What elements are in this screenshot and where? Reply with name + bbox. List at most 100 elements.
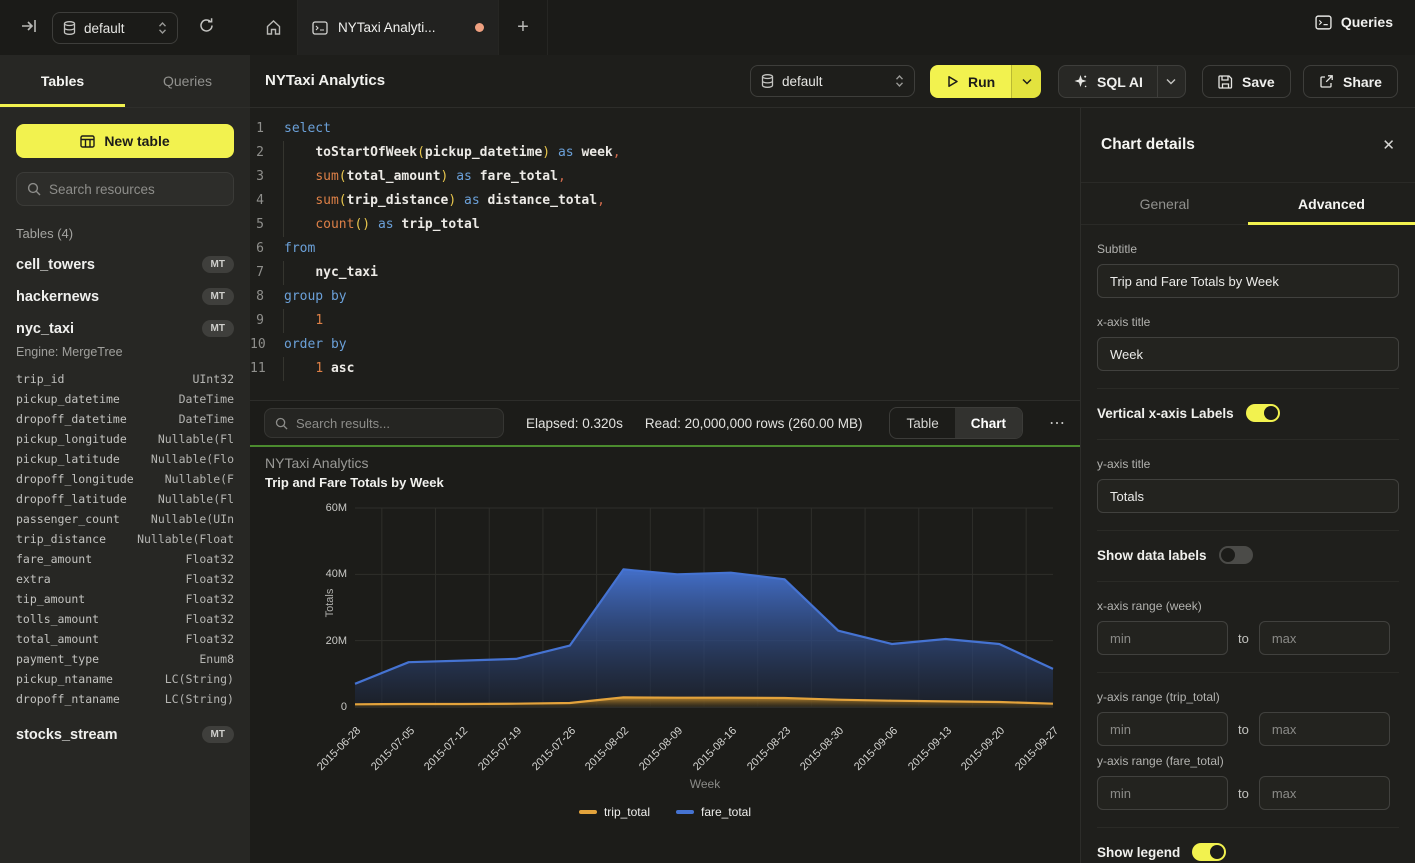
share-button[interactable]: Share: [1303, 65, 1398, 98]
unsaved-dot: [475, 23, 484, 32]
run-button[interactable]: Run: [930, 65, 1011, 98]
sql-editor[interactable]: 1select2 toStartOfWeek(pickup_datetime) …: [250, 108, 1080, 400]
column-row[interactable]: total_amountFloat32: [16, 629, 234, 649]
sql-ai-options-button[interactable]: [1157, 66, 1185, 97]
column-row[interactable]: dropoff_longitudeNullable(F: [16, 469, 234, 489]
queries-button[interactable]: Queries: [1315, 14, 1393, 30]
column-name: trip_distance: [16, 529, 106, 549]
column-type: Enum8: [199, 649, 234, 669]
x-range-min-input[interactable]: [1097, 621, 1228, 655]
code-line: 1select: [250, 117, 1080, 141]
home-tab[interactable]: [250, 0, 297, 55]
workbook-toolbar: NYTaxi Analytics default Run SQL AI Save…: [250, 55, 1415, 108]
table-row-cell-towers[interactable]: cell_towers MT: [16, 256, 234, 273]
line-number: 9: [250, 309, 280, 333]
code-line: 2 toStartOfWeek(pickup_datetime) as week…: [250, 141, 1080, 165]
column-row[interactable]: passenger_countNullable(UIn: [16, 509, 234, 529]
column-type: Nullable(Fl: [158, 429, 234, 449]
elapsed-stat: Elapsed: 0.320s: [526, 416, 623, 431]
code-line: 4 sum(trip_distance) as distance_total,: [250, 189, 1080, 213]
column-row[interactable]: trip_distanceNullable(Float: [16, 529, 234, 549]
code-line: 7 nyc_taxi: [250, 261, 1080, 285]
sidebar-tab-queries[interactable]: Queries: [125, 55, 250, 107]
column-row[interactable]: extraFloat32: [16, 569, 234, 589]
show-data-labels-label: Show data labels: [1097, 548, 1207, 563]
x-axis-title-label: x-axis title: [1097, 315, 1399, 329]
tab-advanced[interactable]: Advanced: [1248, 183, 1415, 224]
line-number: 5: [250, 213, 280, 237]
column-row[interactable]: payment_typeEnum8: [16, 649, 234, 669]
save-button[interactable]: Save: [1202, 65, 1291, 98]
refresh-icon[interactable]: [198, 17, 215, 34]
code-line: 5 count() as trip_total: [250, 213, 1080, 237]
collapse-sidebar-icon[interactable]: [20, 17, 38, 35]
column-row[interactable]: fare_amountFloat32: [16, 549, 234, 569]
table-row-stocks-stream[interactable]: stocks_stream MT: [16, 726, 234, 743]
search-icon: [27, 182, 41, 196]
column-row[interactable]: dropoff_datetimeDateTime: [16, 409, 234, 429]
x-axis-title-input[interactable]: Week: [1097, 337, 1399, 371]
column-row[interactable]: pickup_latitudeNullable(Flo: [16, 449, 234, 469]
y-range-trip-label: y-axis range (trip_total): [1097, 690, 1399, 704]
top-bar: default NYTaxi Analyti... + Queries: [0, 0, 1415, 55]
line-number: 6: [250, 237, 280, 261]
view-table-segment[interactable]: Table: [890, 408, 954, 438]
database-selector-main[interactable]: default: [750, 65, 915, 97]
x-range-max-input[interactable]: [1259, 621, 1390, 655]
new-table-button[interactable]: New table: [16, 124, 234, 158]
column-name: dropoff_latitude: [16, 489, 127, 509]
close-icon[interactable]: ✕: [1382, 136, 1395, 154]
column-row[interactable]: dropoff_ntanameLC(String): [16, 689, 234, 709]
column-type: Float32: [186, 569, 234, 589]
new-tab-button[interactable]: +: [499, 0, 547, 55]
results-search-input[interactable]: [296, 416, 493, 431]
y-range-fare-max-input[interactable]: [1259, 776, 1390, 810]
results-search[interactable]: [264, 408, 504, 438]
run-options-button[interactable]: [1011, 65, 1041, 98]
show-data-labels-toggle[interactable]: [1219, 546, 1253, 564]
vertical-x-labels-toggle[interactable]: [1246, 404, 1280, 422]
legend-item-fare_total[interactable]: fare_total: [676, 805, 751, 819]
column-type: Float32: [186, 609, 234, 629]
column-row[interactable]: tolls_amount Float32: [16, 609, 234, 629]
column-row[interactable]: tip_amountFloat32: [16, 589, 234, 609]
column-name: tolls_amount: [16, 609, 99, 629]
column-name: dropoff_datetime: [16, 409, 127, 429]
resource-search[interactable]: [16, 172, 234, 206]
database-selector[interactable]: default: [52, 12, 178, 44]
tab-nytaxi-analytics[interactable]: NYTaxi Analyti...: [298, 0, 498, 55]
column-row[interactable]: dropoff_latitudeNullable(Fl: [16, 489, 234, 509]
resource-search-input[interactable]: [49, 182, 223, 197]
database-icon: [761, 74, 774, 88]
subtitle-input[interactable]: Trip and Fare Totals by Week: [1097, 264, 1399, 298]
show-legend-toggle[interactable]: [1192, 843, 1226, 861]
area-chart[interactable]: [250, 447, 1080, 863]
y-axis-title-input[interactable]: Totals: [1097, 479, 1399, 513]
column-row[interactable]: pickup_datetimeDateTime: [16, 389, 234, 409]
column-row[interactable]: pickup_longitudeNullable(Fl: [16, 429, 234, 449]
chart-legend: trip_total fare_total: [250, 805, 1080, 819]
column-type: DateTime: [179, 389, 234, 409]
y-range-trip-min-input[interactable]: [1097, 712, 1228, 746]
tables-section-label: Tables (4): [16, 226, 234, 241]
table-row-nyc-taxi[interactable]: nyc_taxi MT: [16, 320, 234, 337]
results-bar: Elapsed: 0.320s Read: 20,000,000 rows (2…: [250, 400, 1080, 445]
column-row[interactable]: pickup_ntanameLC(String): [16, 669, 234, 689]
y-range-trip-max-input[interactable]: [1259, 712, 1390, 746]
tab-general[interactable]: General: [1081, 183, 1248, 224]
tab-strip: NYTaxi Analyti... +: [250, 0, 1150, 55]
column-type: Float32: [186, 629, 234, 649]
sql-ai-button[interactable]: SQL AI: [1059, 74, 1157, 90]
database-icon: [63, 21, 76, 35]
column-row[interactable]: trip_idUInt32: [16, 369, 234, 389]
table-row-hackernews[interactable]: hackernews MT: [16, 288, 234, 305]
more-options-icon[interactable]: ⋯: [1045, 413, 1066, 433]
table-grid-icon: [80, 135, 95, 148]
view-chart-segment[interactable]: Chart: [955, 408, 1022, 438]
legend-item-trip_total[interactable]: trip_total: [579, 805, 650, 819]
vertical-x-labels-label: Vertical x-axis Labels: [1097, 406, 1234, 421]
sidebar-tab-tables[interactable]: Tables: [0, 55, 125, 107]
y-range-fare-min-input[interactable]: [1097, 776, 1228, 810]
sidebar-tabs: Tables Queries: [0, 55, 250, 108]
search-icon: [275, 417, 288, 430]
